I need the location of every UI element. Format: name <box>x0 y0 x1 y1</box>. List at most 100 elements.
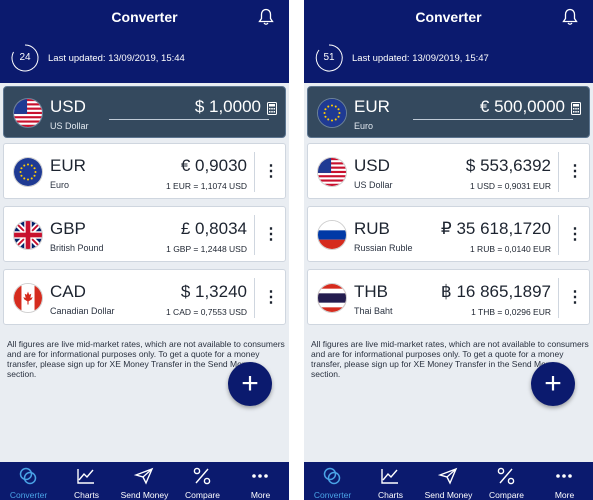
tab-label: Converter <box>9 490 48 500</box>
base-currency-card[interactable]: USD US Dollar $ 1,0000 <box>3 86 286 138</box>
row-divider <box>558 278 559 318</box>
bell-icon[interactable] <box>258 8 274 26</box>
flag-gb-icon <box>13 220 43 250</box>
tab-compare[interactable]: Compare <box>478 462 535 500</box>
more-options-icon[interactable]: ⋮ <box>567 221 583 249</box>
refresh-countdown: 51 <box>323 52 335 63</box>
base-currency-code: USD <box>50 97 86 116</box>
flag-eu-icon <box>13 157 43 187</box>
tab-label: Compare <box>185 490 220 500</box>
amount-underline <box>109 119 269 120</box>
add-currency-button[interactable]: + <box>228 362 272 406</box>
flag-ru-icon <box>317 220 347 250</box>
currency-row[interactable]: CAD Canadian Dollar $ 1,3240 1 CAD = 0,7… <box>3 269 286 325</box>
more-options-icon[interactable]: ⋮ <box>263 221 279 249</box>
tab-label: Charts <box>73 490 100 500</box>
exchange-rate: 1 CAD = 0,7553 USD <box>165 307 247 317</box>
currency-code: EUR <box>50 156 86 175</box>
tab-send-money[interactable]: Send Money <box>420 462 477 500</box>
currency-code: GBP <box>50 219 86 238</box>
currency-name: Russian Ruble <box>354 243 413 253</box>
calculator-icon[interactable] <box>571 102 581 115</box>
tab-send-money[interactable]: Send Money <box>116 462 173 500</box>
currency-row[interactable]: USD US Dollar $ 553,6392 1 USD = 0,9031 … <box>307 143 590 199</box>
flag-us-icon <box>317 157 347 187</box>
send-icon <box>438 467 458 485</box>
flag-th-icon <box>317 283 347 313</box>
tab-converter[interactable]: Converter <box>304 462 361 500</box>
currency-name: British Pound <box>50 243 104 253</box>
chart-icon <box>77 469 94 484</box>
base-currency-code: EUR <box>354 97 390 116</box>
refresh-countdown: 24 <box>19 52 31 63</box>
add-currency-button[interactable]: + <box>531 362 575 406</box>
converted-value: ฿ 16 865,1897 <box>440 282 551 301</box>
converted-value: ₽ 35 618,1720 <box>440 219 551 238</box>
flag-us-icon <box>13 98 43 128</box>
flag-ca-icon <box>13 283 43 313</box>
more-options-icon[interactable]: ⋮ <box>567 158 583 186</box>
exchange-rate: 1 RUB = 0,0140 EUR <box>469 244 551 254</box>
chart-icon <box>381 469 398 484</box>
tab-label: Send Money <box>424 490 473 500</box>
tab-label: More <box>554 490 575 500</box>
converted-value: $ 553,6392 <box>465 156 551 175</box>
currency-name: Canadian Dollar <box>50 306 115 316</box>
amount-input[interactable]: $ 1,0000 <box>195 97 261 117</box>
row-divider <box>254 152 255 192</box>
row-divider <box>254 215 255 255</box>
tab-more[interactable]: More <box>536 462 593 500</box>
tab-charts[interactable]: Charts <box>58 462 115 500</box>
currency-row[interactable]: RUB Russian Ruble ₽ 35 618,1720 1 RUB = … <box>307 206 590 262</box>
amount-input[interactable]: € 500,0000 <box>480 97 565 117</box>
flag-eu-icon <box>317 98 347 128</box>
row-divider <box>254 278 255 318</box>
converted-value: £ 0,8034 <box>180 219 247 238</box>
page-title: Converter <box>415 9 482 25</box>
currency-row[interactable]: EUR Euro € 0,9030 1 EUR = 1,1074 USD ⋮ <box>3 143 286 199</box>
base-currency-name: Euro <box>354 121 374 131</box>
tab-converter[interactable]: Converter <box>0 462 57 500</box>
tab-label: Send Money <box>120 490 169 500</box>
tab-charts[interactable]: Charts <box>362 462 419 500</box>
exchange-rate: 1 EUR = 1,1074 USD <box>165 181 247 191</box>
send-icon <box>134 467 154 485</box>
currency-name: Thai Baht <box>354 306 393 316</box>
page-title: Converter <box>111 9 178 25</box>
exchange-rate: 1 THB = 0,0296 EUR <box>471 307 551 317</box>
last-updated-text: Last updated: 13/09/2019, 15:44 <box>48 53 185 64</box>
more-icon <box>556 474 572 478</box>
percent-icon <box>193 467 211 485</box>
currency-code: USD <box>354 156 390 175</box>
app-header: Converter 51 Last updated: 13/09/2019, 1… <box>304 0 593 83</box>
more-options-icon[interactable]: ⋮ <box>263 284 279 312</box>
currency-code: RUB <box>354 219 390 238</box>
currency-row[interactable]: THB Thai Baht ฿ 16 865,1897 1 THB = 0,02… <box>307 269 590 325</box>
row-divider <box>558 152 559 192</box>
last-updated-text: Last updated: 13/09/2019, 15:47 <box>352 53 489 64</box>
currency-code: CAD <box>50 282 86 301</box>
converted-value: € 0,9030 <box>180 156 247 175</box>
more-options-icon[interactable]: ⋮ <box>263 158 279 186</box>
row-divider <box>558 215 559 255</box>
tab-compare[interactable]: Compare <box>174 462 231 500</box>
currency-code: THB <box>354 282 388 301</box>
phone-screen-left: Converter 24 Last updated: 13/09/2019, 1… <box>0 0 289 500</box>
bell-icon[interactable] <box>562 8 578 26</box>
currency-name: Euro <box>50 180 70 190</box>
more-options-icon[interactable]: ⋮ <box>567 284 583 312</box>
calculator-icon[interactable] <box>267 102 277 115</box>
app-header: Converter 24 Last updated: 13/09/2019, 1… <box>0 0 289 83</box>
tab-label: Compare <box>489 490 524 500</box>
currency-row[interactable]: GBP British Pound £ 0,8034 1 GBP = 1,244… <box>3 206 286 262</box>
amount-underline <box>413 119 573 120</box>
coins-icon <box>323 467 341 485</box>
bottom-tab-bar: Converter Charts Send Money Compare More <box>304 462 593 500</box>
tab-label: Converter <box>313 490 352 500</box>
screen-divider <box>289 0 304 500</box>
base-currency-name: US Dollar <box>50 121 89 131</box>
more-icon <box>252 474 268 478</box>
bottom-tab-bar: Converter Charts Send Money Compare More <box>0 462 289 500</box>
tab-more[interactable]: More <box>232 462 289 500</box>
base-currency-card[interactable]: EUR Euro € 500,0000 <box>307 86 590 138</box>
